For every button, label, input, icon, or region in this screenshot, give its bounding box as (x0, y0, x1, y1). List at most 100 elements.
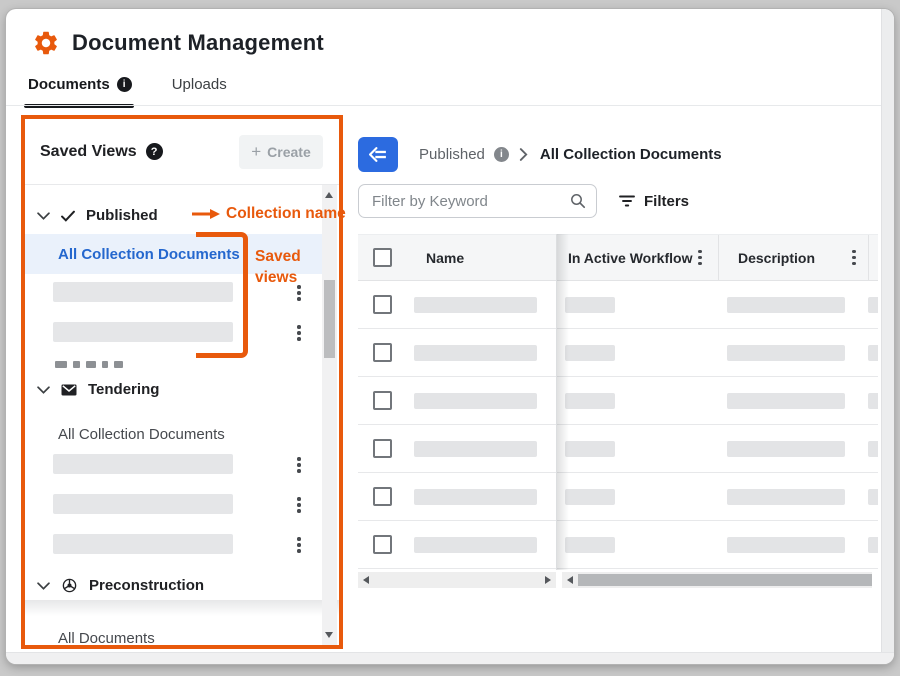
filters-label: Filters (644, 193, 689, 210)
table-hscrollbar[interactable] (562, 572, 872, 588)
saved-views-title: Saved Views (40, 143, 137, 161)
table-row[interactable] (358, 425, 878, 473)
annotation-saved-views-label: Saved views (255, 246, 301, 288)
scrollbar-thumb[interactable] (578, 574, 872, 586)
group-preconstruction[interactable]: Preconstruction (37, 577, 204, 594)
tab-documents[interactable]: Documents i (28, 76, 132, 93)
saved-view-placeholder[interactable] (53, 454, 233, 474)
search-icon[interactable] (570, 193, 586, 209)
plus-icon: + (251, 143, 261, 160)
scroll-right-arrow[interactable] (545, 576, 551, 584)
collapse-left-icon (369, 147, 388, 162)
info-icon[interactable]: i (117, 77, 132, 92)
tab-bar: Documents i Uploads (28, 71, 227, 97)
row-checkbox[interactable] (373, 391, 392, 410)
saved-views-header: Saved Views ? + Create (25, 119, 339, 184)
table-row[interactable] (358, 521, 878, 569)
chevron-down-icon[interactable] (37, 582, 50, 590)
group-published-label: Published (86, 207, 158, 224)
scroll-left-arrow[interactable] (567, 576, 573, 584)
sidebar-item-all-collection-documents[interactable]: All Collection Documents (58, 423, 225, 445)
saved-view-placeholder[interactable] (53, 494, 233, 514)
create-view-label: Create (267, 144, 311, 160)
scroll-up-arrow[interactable] (325, 192, 333, 198)
row-checkbox[interactable] (373, 295, 392, 314)
cell-placeholder (868, 441, 878, 457)
table-row[interactable] (358, 473, 878, 521)
group-tendering[interactable]: Tendering (37, 381, 159, 398)
tab-uploads-label: Uploads (172, 76, 227, 93)
column-header-name[interactable]: Name (426, 250, 464, 266)
group-preconstruction-label: Preconstruction (89, 577, 204, 594)
cell-placeholder (414, 345, 537, 361)
chevron-down-icon[interactable] (37, 386, 50, 394)
page-scrollbar-vertical[interactable] (881, 9, 894, 664)
kebab-menu-icon[interactable] (297, 537, 301, 553)
page-scrollbar-horizontal[interactable] (6, 652, 894, 664)
tabs-divider (6, 105, 894, 106)
group-tendering-label: Tendering (88, 381, 159, 398)
scroll-left-arrow[interactable] (363, 576, 369, 584)
cell-placeholder (414, 393, 537, 409)
cell-placeholder (868, 345, 878, 361)
row-checkbox[interactable] (373, 439, 392, 458)
check-icon (61, 210, 75, 222)
documents-table: Name In Active Workflow Description (358, 234, 878, 590)
cell-placeholder (565, 345, 615, 361)
group-published[interactable]: Published (37, 207, 158, 224)
keyword-filter-input[interactable] (358, 184, 597, 218)
cell-placeholder (414, 537, 537, 553)
row-checkbox[interactable] (373, 487, 392, 506)
frozen-pane-hscrollbar[interactable] (358, 572, 556, 588)
cell-placeholder (414, 297, 537, 313)
table-row[interactable] (358, 281, 878, 329)
column-header-cut (868, 235, 878, 280)
filter-row: Filters (358, 184, 695, 218)
kebab-menu-icon[interactable] (297, 497, 301, 513)
info-icon[interactable]: i (494, 147, 509, 162)
filter-input-wrap (358, 184, 597, 218)
cell-placeholder (727, 441, 845, 457)
select-all-checkbox[interactable] (373, 248, 392, 267)
item-label: All Documents (58, 630, 155, 646)
cell-placeholder (868, 297, 878, 313)
column-menu-icon[interactable] (852, 250, 856, 266)
cell-placeholder (414, 441, 537, 457)
chevron-down-icon[interactable] (37, 212, 50, 220)
filters-button[interactable]: Filters (613, 189, 695, 214)
create-view-button[interactable]: + Create (239, 135, 323, 169)
help-icon[interactable]: ? (146, 143, 163, 160)
collapse-sidebar-button[interactable] (358, 137, 398, 172)
breadcrumb-current: All Collection Documents (540, 146, 722, 163)
column-header-workflow[interactable]: In Active Workflow (568, 250, 692, 266)
kebab-menu-icon[interactable] (297, 325, 301, 341)
row-checkbox[interactable] (373, 343, 392, 362)
filter-lines-icon (619, 194, 635, 208)
column-menu-icon[interactable] (698, 250, 702, 266)
app-window: Document Management Documents i Uploads … (6, 9, 894, 664)
table-row[interactable] (358, 329, 878, 377)
annotation-arrow-icon (192, 208, 220, 220)
sidebar-item-all-documents[interactable]: All Documents (58, 627, 155, 645)
kebab-menu-icon[interactable] (297, 457, 301, 473)
helm-icon (61, 577, 78, 594)
row-checkbox[interactable] (373, 535, 392, 554)
table-scrollbars (358, 572, 878, 588)
breadcrumb-parent[interactable]: Published (419, 146, 485, 163)
table-header: Name In Active Workflow Description (358, 234, 878, 281)
mail-icon (61, 384, 77, 396)
tab-uploads[interactable]: Uploads (172, 76, 227, 93)
gear-icon (32, 29, 60, 57)
cell-placeholder (565, 489, 615, 505)
cell-placeholder (868, 489, 878, 505)
sidebar-scrollbar[interactable] (322, 185, 337, 645)
table-row[interactable] (358, 377, 878, 425)
scroll-down-arrow[interactable] (325, 632, 333, 638)
saved-view-placeholder[interactable] (53, 534, 233, 554)
scrollbar-thumb[interactable] (324, 280, 335, 358)
cell-placeholder (727, 393, 845, 409)
sticky-shadow (25, 600, 339, 616)
column-header-description[interactable]: Description (738, 250, 815, 266)
tab-documents-label: Documents (28, 76, 110, 93)
annotation-line1: Saved (255, 246, 301, 267)
